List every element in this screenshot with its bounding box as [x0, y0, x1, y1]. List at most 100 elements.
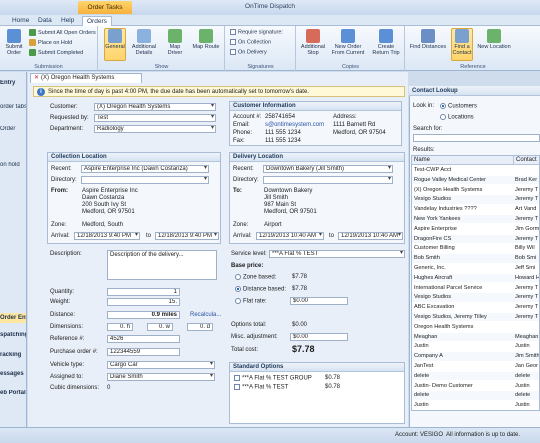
locations-radio[interactable] [440, 114, 446, 120]
reference-field[interactable]: 4526 [107, 335, 180, 343]
contact-row[interactable]: (X) Oregon Health Systems Jeremy T [412, 186, 539, 194]
customers-radio[interactable] [440, 103, 446, 109]
contact-row[interactable]: Justin- Demo Customer Justin [412, 382, 539, 390]
flat-rate-radio[interactable] [235, 298, 241, 304]
contact-row[interactable]: Company A Jim Smith [412, 352, 539, 361]
dimension-h-field[interactable]: 0. h [107, 323, 133, 331]
delivery-arrival-from[interactable]: 12/19/2013 10:40 AM [256, 232, 324, 240]
contact-row[interactable]: International Parcel Service Jeremy T [412, 284, 539, 292]
close-tab-icon[interactable]: ✕ [34, 75, 39, 81]
nav-entry[interactable]: Entry [0, 80, 26, 86]
collection-directory-select[interactable] [81, 176, 209, 184]
contact-row[interactable]: Vesigo Studios Jeremy T [412, 293, 539, 302]
contact-row[interactable]: ABC Excavation Jeremy T [412, 303, 539, 311]
flat-rate-field[interactable]: $0.00 [290, 297, 348, 305]
contact-row[interactable]: Customer Billing Billy Wil [412, 244, 539, 252]
map-driver-button[interactable]: Map Driver [162, 29, 188, 56]
delivery-directory-select[interactable] [263, 176, 393, 184]
option-row[interactable]: ***A Flat % TEST [234, 384, 288, 392]
nav-on-hold[interactable]: on hold [0, 162, 26, 168]
vehicle-type-select[interactable]: Cargo Car [107, 361, 215, 369]
new-location-button[interactable]: New Location [476, 29, 512, 50]
submit-completed-button[interactable]: Submit Completed [29, 49, 83, 56]
flat-rate-option[interactable]: Flat rate: [235, 298, 267, 305]
nav-dispatching[interactable]: spatching [0, 332, 26, 338]
contact-row[interactable]: Vandelay Industries ???? Art Vand [412, 205, 539, 213]
additional-details-button[interactable]: Additional Details [130, 29, 158, 56]
contact-row[interactable]: DragonFire CS Jeremy T [412, 234, 539, 243]
customer-select[interactable]: (X) Oregon Health Systems [94, 103, 216, 111]
zone-based-radio[interactable] [235, 274, 241, 280]
contact-row[interactable]: Meaghan Meaghan [412, 332, 539, 341]
department-select[interactable]: Radiology [94, 125, 216, 133]
contact-row[interactable]: Bob Smith Bob Smi [412, 254, 539, 263]
contact-row[interactable]: Rogue Valley Medical Center Brad Ker [412, 175, 539, 185]
collection-arrival-to[interactable]: 12/18/2013 9:40 PM [155, 232, 219, 240]
contact-row[interactable]: delete delete [412, 371, 539, 381]
option-checkbox[interactable] [234, 384, 240, 390]
column-header-contact[interactable]: Contact [513, 156, 539, 165]
tab-orders[interactable]: Orders [82, 16, 112, 26]
distance-field[interactable]: 0.9 miles [107, 311, 180, 319]
dimension-w-field[interactable]: 0. w [147, 323, 173, 331]
service-level-select[interactable]: ***A Flat % TEST [269, 250, 405, 258]
purchase-order-field[interactable]: 122344559 [107, 348, 180, 356]
contact-row[interactable]: Aspire Enterprise Jim Gorm [412, 225, 539, 233]
contact-row[interactable]: Hughes Aircraft Howard H [412, 273, 539, 283]
requested-by-select[interactable]: Test [94, 114, 216, 122]
require-signature-checkbox[interactable] [230, 29, 236, 35]
option-checkbox[interactable] [234, 375, 240, 381]
option-row[interactable]: ***A Flat % TEST GROUP [234, 375, 312, 383]
contact-row[interactable]: Justin Justin [412, 401, 539, 409]
quantity-field[interactable]: 1 [107, 288, 180, 296]
column-header-name[interactable]: Name [412, 156, 513, 165]
nav-web-portal[interactable]: eb Portal [0, 390, 26, 396]
general-button[interactable]: General [104, 28, 126, 61]
contact-row[interactable]: Generic, Inc. Jeff Smi [412, 264, 539, 272]
dimension-d-field[interactable]: 0. d [187, 323, 213, 331]
contact-row[interactable]: JanTest Jan Geor [412, 362, 539, 370]
contact-row[interactable]: Oregon Health Systems [412, 323, 539, 331]
zone-based-option[interactable]: Zone based: [235, 274, 276, 281]
tab-home[interactable]: Home [8, 16, 33, 26]
locations-option[interactable]: Locations [440, 114, 474, 121]
collection-arrival-from[interactable]: 12/18/2013 9:40 PM [74, 232, 140, 240]
contact-row[interactable]: Vesigo Studios, Jeremy Tilley Jeremy T [412, 313, 539, 322]
contact-row[interactable]: delete delete [412, 391, 539, 400]
document-tab[interactable]: ✕ (X) Oregon Health Systems [30, 73, 142, 83]
recalculate-link[interactable]: Recalcula... [190, 312, 221, 318]
nav-order-entry[interactable]: Order Entry [0, 313, 26, 323]
place-on-hold-button[interactable]: Place on Hold [29, 39, 72, 46]
tab-help[interactable]: Help [57, 16, 78, 26]
delivery-arrival-to[interactable]: 12/19/2013 10:40 AM [338, 232, 403, 240]
weight-field[interactable]: 15. [107, 298, 180, 306]
submit-order-button[interactable]: Submit Order [3, 29, 25, 56]
contact-row[interactable]: New York Yankees Jeremy T [412, 215, 539, 224]
create-return-trip-button[interactable]: Create Return Trip [369, 29, 403, 56]
on-delivery-checkbox[interactable] [230, 49, 236, 55]
tab-data[interactable]: Data [34, 16, 56, 26]
on-delivery-option[interactable]: On Delivery [230, 49, 267, 55]
on-collection-checkbox[interactable] [230, 39, 236, 45]
distance-based-option[interactable]: Distance based: [235, 286, 286, 293]
email-link[interactable]: s@ontimesystem.com [265, 122, 324, 129]
find-distances-button[interactable]: Find Distances [409, 29, 447, 50]
delivery-recent-select[interactable]: Downtown Bakery (Jill Smith) [263, 165, 393, 173]
nav-order-tabs[interactable]: order tabs [0, 104, 26, 110]
nav-tracking[interactable]: racking [0, 352, 26, 358]
distance-based-radio[interactable] [235, 286, 241, 292]
nav-messages[interactable]: essages [0, 371, 26, 377]
description-textarea[interactable]: Description of the delivery... [107, 250, 217, 280]
assigned-to-select[interactable]: Diane Smith [107, 373, 215, 381]
contact-row[interactable]: Vesigo Studios Jeremy T [412, 195, 539, 204]
customers-option[interactable]: Customers [440, 103, 477, 110]
new-order-from-current-button[interactable]: New Order From Current [330, 29, 366, 56]
find-contact-button[interactable]: Find a Contact [451, 28, 473, 61]
nav-order[interactable]: Order [0, 126, 26, 132]
contact-search-input[interactable] [413, 134, 540, 142]
contact-row[interactable]: Justin Justin [412, 342, 539, 350]
submit-all-open-orders-button[interactable]: Submit All Open Orders [29, 29, 96, 36]
misc-adjustment-field[interactable]: $0.00 [290, 333, 348, 341]
additional-stop-button[interactable]: Additional Stop [300, 29, 326, 56]
contact-row[interactable]: Test-CWP Acct [412, 166, 539, 174]
